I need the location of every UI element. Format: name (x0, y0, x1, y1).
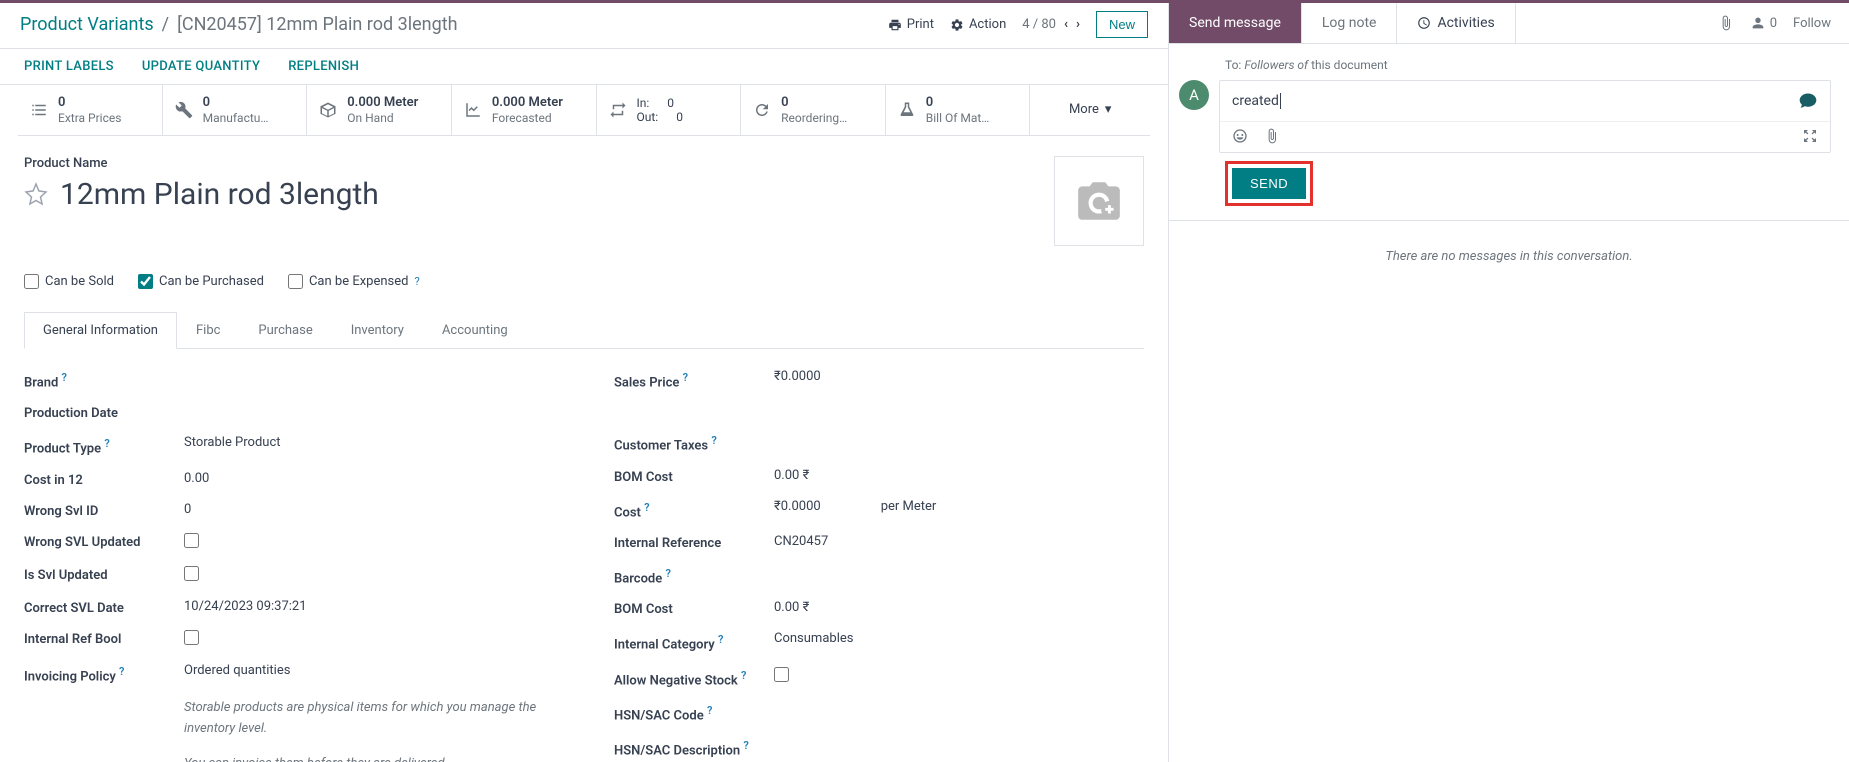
wrong-svl-updated-check[interactable] (184, 533, 199, 548)
stat-in-out[interactable]: In:0 Out:0 (597, 85, 742, 135)
camera-icon (1069, 176, 1129, 226)
attachment-icon[interactable] (1718, 15, 1734, 31)
tab-purchase[interactable]: Purchase (239, 312, 331, 349)
tab-inventory[interactable]: Inventory (332, 312, 423, 349)
can-be-expensed-check[interactable]: Can be Expensed? (288, 274, 420, 289)
flask-icon (898, 101, 916, 119)
internal-ref-bool-check[interactable] (184, 630, 199, 645)
emoji-icon[interactable] (1232, 128, 1248, 144)
send-button[interactable]: SEND (1232, 168, 1306, 199)
pager-prev[interactable]: ‹ (1064, 17, 1068, 32)
follow-button[interactable]: Follow (1793, 16, 1831, 31)
clock-icon (1417, 16, 1431, 30)
user-icon (1750, 15, 1766, 31)
stat-manufacturing[interactable]: 0Manufactu… (163, 85, 308, 135)
expand-icon[interactable] (1802, 128, 1818, 144)
send-message-tab[interactable]: Send message (1169, 3, 1302, 43)
attach-icon[interactable] (1264, 128, 1280, 144)
pager-next[interactable]: › (1076, 17, 1080, 32)
followers-count[interactable]: 0 (1750, 15, 1777, 31)
product-name-label: Product Name (24, 156, 1054, 171)
print-labels-link[interactable]: PRINT LABELS (24, 59, 114, 74)
update-quantity-link[interactable]: UPDATE QUANTITY (142, 59, 260, 74)
image-placeholder[interactable] (1054, 156, 1144, 246)
breadcrumb-root[interactable]: Product Variants (20, 14, 154, 35)
tab-accounting[interactable]: Accounting (423, 312, 527, 349)
print-icon (888, 18, 902, 32)
favorite-icon[interactable] (24, 182, 48, 206)
activities-tab[interactable]: Activities (1397, 3, 1515, 43)
pager-count: 4 / 80 (1022, 17, 1056, 32)
breadcrumb: Product Variants / [CN20457] 12mm Plain … (20, 14, 458, 35)
message-input[interactable]: created (1220, 81, 1830, 121)
help-icon[interactable]: ? (414, 275, 419, 288)
product-title: 12mm Plain rod 3length (60, 177, 379, 212)
stat-forecasted[interactable]: 0.000 MeterForecasted (452, 85, 597, 135)
allow-negative-check[interactable] (774, 667, 789, 682)
more-button[interactable]: More▾ (1030, 85, 1150, 135)
breadcrumb-current: [CN20457] 12mm Plain rod 3length (177, 14, 457, 35)
chart-icon (464, 101, 482, 119)
avatar: A (1179, 80, 1209, 110)
stat-extra-prices[interactable]: 0Extra Prices (18, 85, 163, 135)
to-line: To: Followers of this document (1225, 58, 1831, 72)
chat-icon[interactable] (1798, 91, 1818, 111)
is-svl-updated-check[interactable] (184, 566, 199, 581)
empty-messages: There are no messages in this conversati… (1169, 249, 1849, 264)
list-icon (30, 101, 48, 119)
transfer-icon (609, 101, 627, 119)
tab-fibc[interactable]: Fibc (177, 312, 239, 349)
can-be-purchased-check[interactable]: Can be Purchased (138, 274, 264, 289)
replenish-link[interactable]: REPLENISH (288, 59, 359, 74)
wrench-icon (175, 101, 193, 119)
stat-reordering[interactable]: 0Reordering… (741, 85, 886, 135)
tab-general[interactable]: General Information (24, 312, 177, 349)
stat-bom[interactable]: 0Bill Of Mat… (886, 85, 1031, 135)
print-button[interactable]: Print (888, 17, 934, 32)
refresh-icon (753, 101, 771, 119)
gear-icon (950, 18, 964, 32)
boxes-icon (319, 101, 337, 119)
action-button[interactable]: Action (950, 17, 1006, 32)
can-be-sold-check[interactable]: Can be Sold (24, 274, 114, 289)
stat-on-hand[interactable]: 0.000 MeterOn Hand (307, 85, 452, 135)
log-note-tab[interactable]: Log note (1302, 3, 1398, 43)
new-button[interactable]: New (1096, 11, 1148, 38)
